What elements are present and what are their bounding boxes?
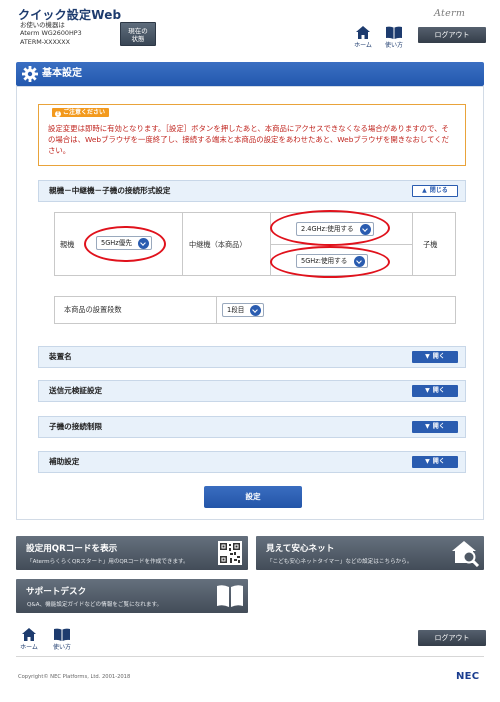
placement-value: 1段目 [227,306,245,314]
highlight-ring-parent [84,226,166,262]
help-nav-button[interactable]: 使い方 [382,26,406,49]
safe-net-tile[interactable]: 見えて安心ネット 「こども安心ネットタイマー」などの設定はこちらから。 [256,536,484,570]
safe-net-tile-title: 見えて安心ネット [266,544,335,554]
chevron-down-icon: ▼ [425,458,430,465]
footer-logout-button[interactable]: ログアウト [418,630,486,646]
footer-divider [16,656,484,657]
book-icon [386,26,402,39]
auxiliary-settings-section[interactable]: 補助設定 ▼ 開く [38,451,466,473]
section-title: 子機の接続制限 [49,422,103,431]
aterm-logo: Aterm [434,8,466,19]
connection-section-title: 親機－中継機－子機の接続形式設定 [49,186,171,195]
qr-tile-title: 設定用QRコードを表示 [26,544,118,554]
repeater-label: 中継機（本商品） [189,240,247,249]
source-verification-toggle[interactable]: ▼ 開く [412,385,458,397]
status-button-line2: 状態 [131,35,145,43]
house-search-icon [452,541,480,567]
chevron-down-icon: ▼ [425,387,430,394]
client-restriction-section[interactable]: 子機の接続制限 ▼ 開く [38,416,466,438]
home-label: ホーム [354,42,372,49]
notice-tag-label: ご注意ください [63,109,106,116]
highlight-ring-24ghz [270,210,390,246]
copyright: Copyright© NEC Platforms, Ltd. 2001-2018 [18,674,131,680]
help-label: 使い方 [384,42,403,49]
footer-help-button[interactable]: 使い方 [50,628,74,651]
section-title: 装置名 [49,352,72,361]
parent-label: 親機 [60,240,75,249]
book-icon [54,628,70,641]
footer-home-button[interactable]: ホーム [18,628,40,651]
device-info: お使いの機器は Aterm WG2600HP3 ATERM-XXXXXX [20,21,82,46]
device-ssid: ATERM-XXXXXX [20,37,71,46]
footer-home-label: ホーム [20,644,38,651]
support-desk-tile[interactable]: サポートデスク Q&A、機能設定ガイドなどの情報をご覧になれます。 [16,579,248,613]
safe-net-tile-desc: 「こども安心ネットタイマー」などの設定はこちらから。 [267,559,413,565]
section-title: 補助設定 [49,457,80,466]
notice-tag: ! ご注意ください [52,108,110,117]
highlight-ring-5ghz [270,246,390,278]
connection-section-toggle[interactable]: ▲ 閉じる [412,185,458,197]
home-nav-button[interactable]: ホーム [352,26,374,49]
chevron-down-icon: ▼ [425,353,430,360]
chevron-down-icon [250,305,261,316]
open-label: 開く [432,353,445,360]
qr-tile-desc: 「AtermらくらくQRスタート」用のQRコードを作成できます。 [27,559,189,565]
auxiliary-settings-toggle[interactable]: ▼ 開く [412,456,458,468]
header: クイック設定Web お使いの機器は Aterm WG2600HP3 ATERM-… [0,0,500,58]
open-label: 開く [432,423,445,430]
device-caption: お使いの機器は [20,21,65,29]
connection-section-header[interactable]: 親機－中継機－子機の接続形式設定 ▲ 閉じる [38,180,466,202]
device-model: Aterm WG2600HP3 [20,29,82,38]
child-label: 子機 [423,240,438,249]
close-label: 閉じる [429,187,448,194]
notice-text: 設定変更は即時に有効となります。［設定］ボタンを押したあと、本商品にアクセスでき… [48,124,450,155]
current-status-button[interactable]: 現在の 状態 [120,22,156,46]
logout-button[interactable]: ログアウト [418,27,486,43]
device-name-toggle[interactable]: ▼ 開く [412,351,458,363]
gear-icon [22,66,38,82]
chevron-up-icon: ▲ [422,187,427,194]
home-icon [356,26,370,39]
open-book-icon [217,585,243,607]
client-restriction-toggle[interactable]: ▼ 開く [412,421,458,433]
device-name-section[interactable]: 装置名 ▼ 開く [38,346,466,368]
support-tile-desc: Q&A、機能設定ガイドなどの情報をご覧になれます。 [27,602,163,608]
open-label: 開く [432,458,445,465]
qr-code-icon [218,541,242,565]
nec-logo: NEC [456,671,480,682]
support-tile-title: サポートデスク [26,587,87,597]
apply-settings-button[interactable]: 設定 [204,486,302,508]
warning-icon: ! [55,110,61,117]
status-button-line1: 現在の [128,27,148,35]
page-title-bar: 基本設定 [16,62,484,86]
placement-label: 本商品の設置段数 [64,305,122,314]
source-verification-section[interactable]: 送信元検証設定 ▼ 開く [38,380,466,402]
footer-help-label: 使い方 [52,644,71,651]
chevron-down-icon: ▼ [425,423,430,430]
open-label: 開く [432,387,445,394]
page-title: 基本設定 [42,68,82,79]
qr-code-tile[interactable]: 設定用QRコードを表示 「AtermらくらくQRスタート」用のQRコードを作成で… [16,536,248,570]
section-title: 送信元検証設定 [49,386,103,395]
home-icon [22,628,36,641]
placement-select[interactable]: 1段目 [222,303,264,317]
